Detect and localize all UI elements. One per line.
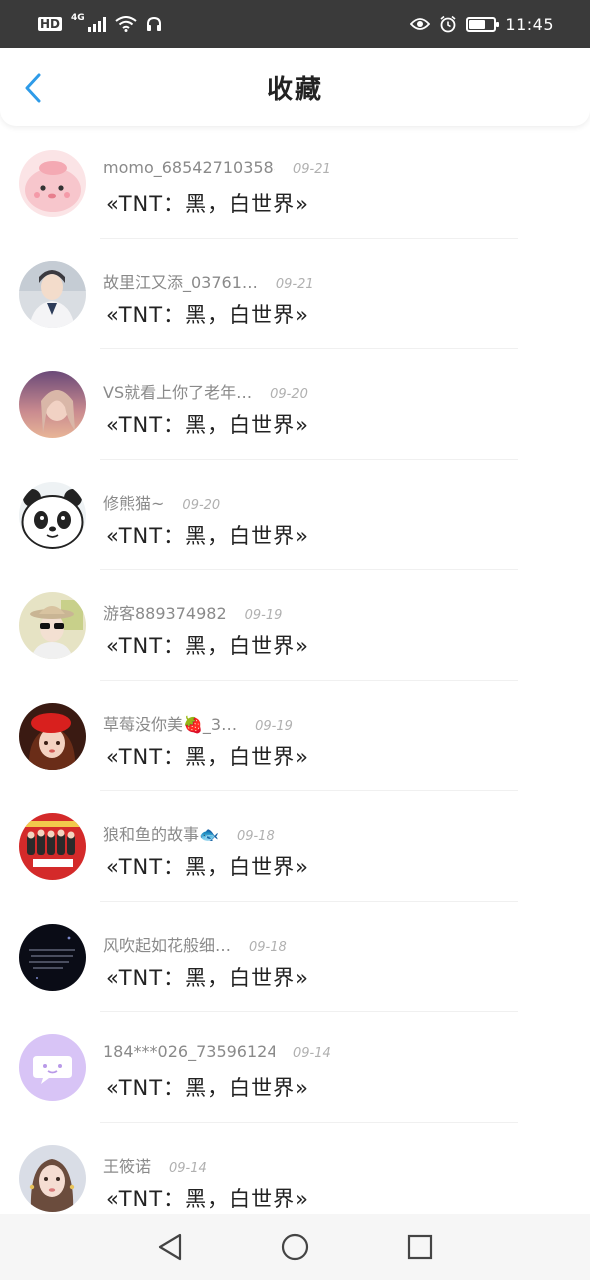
circle-home-icon — [281, 1233, 309, 1261]
group-photo-avatar-icon — [19, 813, 86, 880]
item-meta: 修熊猫~ 09-20 — [103, 490, 220, 514]
hd-indicator: HD — [38, 17, 63, 31]
avatar[interactable] — [19, 702, 86, 770]
nav-home-button[interactable] — [275, 1227, 315, 1267]
username: 草莓没你美🍓_3 — [103, 711, 237, 735]
avatar[interactable] — [19, 813, 86, 880]
username: VS就看上你了老年 — [103, 379, 252, 403]
list-item[interactable]: 王筱诺 09-14 «TNT：黑，白世界» — [0, 1123, 590, 1215]
hat-person-avatar-icon — [19, 592, 86, 659]
date: 09-14 — [169, 1160, 207, 1176]
date: 09-21 — [275, 276, 314, 292]
avatar[interactable] — [19, 1144, 86, 1212]
anime-boy-avatar-icon — [19, 260, 86, 328]
date: 09-18 — [249, 939, 287, 955]
page-title: 收藏 — [266, 74, 323, 105]
battery-icon — [466, 16, 500, 32]
date: 09-20 — [270, 387, 308, 402]
date: 09-21 — [293, 162, 331, 177]
avatar[interactable] — [19, 150, 86, 217]
item-meta: momo_685427103588269 09-21 — [103, 158, 331, 177]
alarm-icon — [440, 15, 456, 33]
item-meta: 184***026_7359612438 09-14 — [103, 1042, 331, 1061]
list-item[interactable]: 狼和鱼的故事🐟 09-18 «TNT：黑，白世界» — [0, 791, 590, 902]
status-bar: HD 4G 11:45 — [0, 0, 590, 48]
avatar[interactable] — [19, 481, 86, 549]
list-item[interactable]: 草莓没你美🍓_3 09-19 «TNT：黑，白世界» — [0, 681, 590, 791]
wifi-icon — [115, 16, 137, 32]
username: 故里江又添_03761 — [103, 269, 258, 293]
date: 09-19 — [255, 718, 293, 734]
item-title[interactable]: «TNT：黑，白世界» — [106, 630, 309, 660]
username: 游客889374982 — [103, 604, 227, 623]
nav-recents-button[interactable] — [400, 1227, 440, 1267]
username: 王筱诺 — [103, 1156, 152, 1176]
item-meta: 游客889374982 09-19 — [103, 600, 282, 624]
item-meta: 狼和鱼的故事🐟 09-18 — [103, 821, 275, 845]
avatar[interactable] — [19, 371, 86, 438]
username: 狼和鱼的故事🐟 — [103, 825, 219, 844]
item-title[interactable]: «TNT：黑，白世界» — [106, 962, 309, 992]
username: 修熊猫~ — [103, 493, 165, 513]
list-item[interactable]: 184***026_7359612438 09-14 «TNT：黑，白世界» — [0, 1012, 590, 1123]
navigation-bar — [0, 1214, 590, 1280]
status-bar-right: 11:45 — [410, 15, 554, 34]
headphone-icon — [146, 16, 161, 31]
avatar[interactable] — [19, 260, 86, 328]
clock: 11:45 — [505, 14, 554, 34]
item-meta: VS就看上你了老年 09-20 — [103, 379, 308, 403]
username: 184***026_7359612438 — [103, 1042, 275, 1061]
list-item[interactable]: 游客889374982 09-19 «TNT：黑，白世界» — [0, 570, 590, 681]
back-button[interactable] — [18, 68, 48, 108]
red-beret-girl-avatar-icon — [19, 702, 86, 770]
item-meta: 草莓没你美🍓_3 09-19 — [103, 711, 293, 735]
list-item[interactable]: 风吹起如花般细 09-18 «TNT：黑，白世界» — [0, 902, 590, 1012]
list-item[interactable]: momo_685427103588269 09-21 «TNT：黑，白世界» — [0, 128, 590, 239]
chat-bubble-avatar-icon — [19, 1034, 86, 1101]
avatar[interactable] — [19, 592, 86, 659]
item-title[interactable]: «TNT：黑，白世界» — [106, 299, 309, 329]
username: momo_685427103588269 — [103, 158, 275, 177]
signal-icon — [87, 16, 106, 32]
item-meta: 故里江又添_03761 09-21 — [103, 269, 314, 293]
panda-avatar-icon — [19, 481, 86, 549]
chevron-left-icon — [25, 73, 41, 103]
status-bar-left: HD 4G — [38, 13, 162, 32]
list-item[interactable]: 故里江又添_03761 09-21 «TNT：黑，白世界» — [0, 239, 590, 349]
favorites-list: momo_685427103588269 09-21 «TNT：黑，白世界» 故… — [0, 128, 590, 1214]
dark-text-avatar-icon — [19, 923, 86, 991]
date: 09-19 — [244, 608, 283, 623]
item-meta: 王筱诺 09-14 — [103, 1153, 207, 1177]
list-item[interactable]: 修熊猫~ 09-20 «TNT：黑，白世界» — [0, 460, 590, 570]
nav-back-button[interactable] — [150, 1227, 190, 1267]
item-title[interactable]: «TNT：黑，白世界» — [106, 741, 309, 771]
item-title[interactable]: «TNT：黑，白世界» — [106, 188, 309, 218]
battery-level — [469, 19, 486, 29]
pink-blob-avatar-icon — [19, 150, 86, 217]
eye-icon — [410, 18, 431, 30]
list-item[interactable]: VS就看上你了老年 09-20 «TNT：黑，白世界» — [0, 349, 590, 460]
square-recents-icon — [407, 1234, 432, 1260]
date: 09-18 — [236, 829, 275, 844]
date: 09-14 — [293, 1046, 331, 1061]
item-title[interactable]: «TNT：黑，白世界» — [106, 520, 309, 550]
avatar[interactable] — [19, 1034, 86, 1101]
header: 收藏 — [0, 48, 590, 126]
girl-portrait-avatar-icon — [19, 1144, 86, 1212]
item-meta: 风吹起如花般细 09-18 — [103, 932, 287, 956]
avatar[interactable] — [19, 923, 86, 991]
item-title[interactable]: «TNT：黑，白世界» — [106, 409, 309, 439]
item-title[interactable]: «TNT：黑，白世界» — [106, 1072, 309, 1102]
network-type: 4G — [71, 13, 85, 23]
sunset-girl-avatar-icon — [19, 371, 86, 438]
item-title[interactable]: «TNT：黑，白世界» — [106, 851, 309, 881]
triangle-back-icon — [159, 1233, 182, 1261]
date: 09-20 — [182, 497, 221, 513]
username: 风吹起如花般细 — [103, 932, 231, 956]
item-title[interactable]: «TNT：黑，白世界» — [106, 1183, 309, 1213]
